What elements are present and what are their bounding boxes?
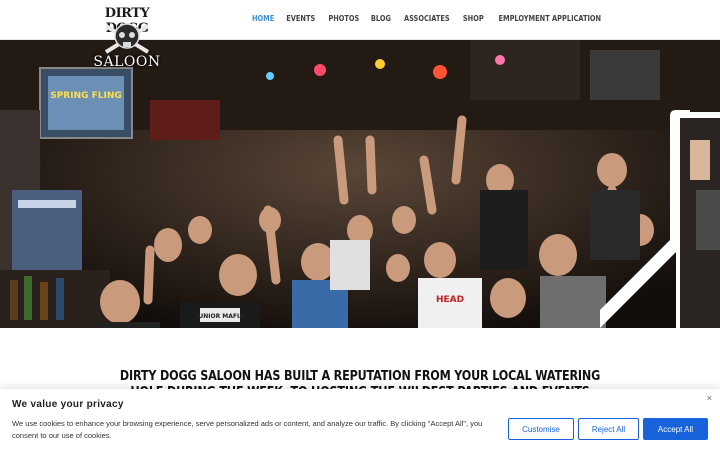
sign-text: SPRING FLING	[50, 91, 122, 101]
cookie-title: We value your privacy	[12, 399, 124, 410]
hero-image: SPRING FLING HEAD JUNIOR MAFIA	[0, 40, 720, 328]
nav-employment-application[interactable]: EMPLOYMENT APPLICATION	[499, 14, 602, 23]
nav-blog[interactable]: BLOG	[371, 14, 391, 23]
cookie-text: We use cookies to enhance your browsing …	[12, 419, 483, 440]
shirt-text-2: JUNIOR MAFIA	[195, 313, 244, 320]
reject-all-button[interactable]: Reject All	[578, 418, 639, 440]
logo-subtitle: SALOON	[93, 54, 161, 70]
skull-icon	[104, 23, 150, 54]
nav-shop[interactable]: SHOP	[463, 14, 484, 23]
accept-all-button[interactable]: Accept All	[643, 418, 708, 440]
page: SPRING FLING HEAD JUNIOR MAFIA HOME EVEN…	[0, 0, 720, 450]
site-logo[interactable]: DIRTY DOGG SALOON	[88, 4, 166, 70]
shirt-text: HEAD	[436, 295, 464, 305]
main-nav: HOME EVENTS PHOTOS BLOG ASSOCIATES SHOP …	[251, 14, 606, 23]
nav-home[interactable]: HOME	[252, 14, 274, 23]
nav-events[interactable]: EVENTS	[286, 14, 315, 23]
nav-photos[interactable]: PHOTOS	[328, 14, 359, 23]
close-icon[interactable]: ×	[707, 393, 712, 403]
nav-associates[interactable]: ASSOCIATES	[404, 14, 450, 23]
customise-button[interactable]: Customise	[508, 418, 574, 440]
cookie-consent-banner: We value your privacy × We use cookies t…	[0, 389, 720, 450]
